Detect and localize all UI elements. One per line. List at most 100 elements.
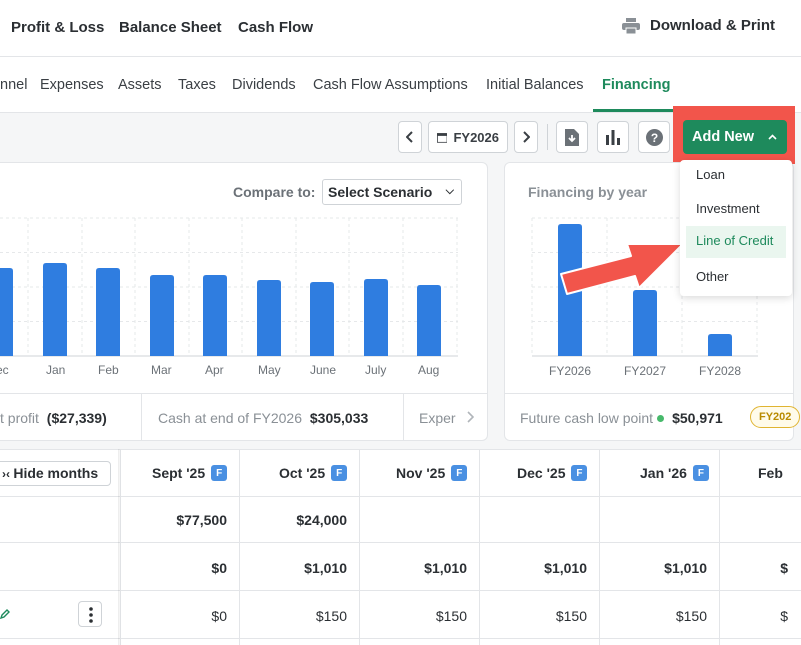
add-new-label: Add New [692, 129, 755, 145]
column-header-label: Dec '25 [517, 465, 566, 481]
chart-bar[interactable] [364, 279, 388, 356]
chart-bar[interactable] [43, 263, 67, 356]
prev-year-button[interactable] [398, 121, 422, 153]
active-tab-indicator [593, 109, 675, 112]
chevron-right-icon [523, 131, 530, 143]
nav-profit-loss[interactable]: Profit & Loss [11, 19, 104, 36]
table-cell: $24,000 [296, 512, 347, 528]
column-header: Jan '26 F [640, 465, 709, 481]
tab-financing[interactable]: Financing [602, 77, 670, 93]
menu-item-loan[interactable]: Loan [680, 160, 792, 192]
table-col-divider [239, 449, 240, 645]
table-cell: $1,010 [304, 560, 347, 576]
tab-taxes[interactable]: Taxes [178, 77, 216, 93]
month-label: Jan [46, 363, 66, 377]
tab-cash-flow-assumptions[interactable]: Cash Flow Assumptions [313, 77, 468, 93]
compare-label: Compare to: [233, 184, 316, 200]
table-cell: $0 [211, 608, 227, 624]
year-label: FY2027 [624, 364, 667, 378]
column-header: Dec '25 F [517, 465, 588, 481]
stat-divider [403, 393, 404, 441]
month-label: ec [0, 363, 9, 377]
bar-chart-icon [606, 130, 620, 145]
table-cell: $ [780, 560, 788, 576]
svg-text:?: ? [650, 131, 657, 145]
year-label: FY2026 [453, 129, 499, 145]
stat-net-profit: t profit ($27,339) [0, 410, 107, 426]
column-header-label: Jan '26 [640, 465, 687, 481]
kebab-icon [89, 607, 93, 623]
chart-bar[interactable] [0, 268, 13, 356]
help-button[interactable]: ? [638, 121, 670, 153]
chart-bar[interactable] [203, 275, 227, 356]
chart-view-button[interactable] [597, 121, 629, 153]
add-new-menu: Loan Investment Line of Credit Other [680, 160, 792, 296]
table-cell: $1,010 [544, 560, 587, 576]
stat-label: Future cash low point [520, 410, 654, 426]
stat-label: Cash at end of FY2026 [158, 410, 302, 426]
help-icon: ? [645, 128, 663, 146]
month-label: July [365, 363, 387, 377]
menu-item-line-of-credit[interactable]: Line of Credit [686, 226, 786, 258]
tab-expenses[interactable]: Expenses [40, 77, 104, 93]
calendar-icon [437, 132, 448, 143]
hide-months-label: Hide months [13, 465, 99, 481]
chart-bar[interactable] [708, 334, 732, 356]
chevron-up-icon [768, 134, 777, 140]
fy-badge: FY202 [750, 406, 800, 428]
chart-bar[interactable] [417, 285, 441, 356]
table-cell: $150 [675, 608, 707, 624]
collapse-icon: ›‹ [2, 467, 14, 481]
nav-cash-flow[interactable]: Cash Flow [238, 19, 313, 36]
scenario-select[interactable]: Select Scenario ⌵ [322, 179, 462, 205]
stat-expenses: Exper [419, 410, 456, 426]
table-col-divider [719, 449, 720, 645]
stat-value: $305,033 [309, 410, 369, 426]
stats-next-icon[interactable] [466, 411, 474, 423]
table-col-divider [479, 449, 480, 645]
forecast-badge: F [571, 465, 588, 481]
tab-assets[interactable]: Assets [118, 77, 162, 93]
forecast-badge: F [451, 465, 468, 481]
nav-balance-sheet[interactable]: Balance Sheet [119, 19, 222, 36]
forecast-badge: F [692, 465, 709, 481]
table-col-divider [359, 449, 360, 645]
download-print-button[interactable]: Download & Print [622, 17, 775, 34]
printer-icon [622, 17, 640, 34]
menu-item-other[interactable]: Other [680, 262, 792, 294]
toolbar-divider [547, 124, 548, 150]
row-options-button[interactable] [78, 601, 102, 627]
top-navigation: Profit & Loss Balance Sheet Cash Flow Do… [0, 0, 801, 57]
table-cell: $150 [315, 608, 347, 624]
tab-funnel[interactable]: nnel [0, 77, 27, 93]
year-selector[interactable]: FY2026 [428, 121, 508, 153]
month-label: Aug [418, 363, 440, 377]
chart-bar[interactable] [150, 275, 174, 356]
month-label: Mar [151, 363, 172, 377]
monthly-chart [0, 217, 458, 357]
tab-dividends[interactable]: Dividends [232, 77, 296, 93]
hide-months-button[interactable]: ›‹ Hide months [0, 461, 111, 486]
chart-bar[interactable] [257, 280, 281, 356]
stat-value: $50,971 [672, 410, 723, 426]
month-label: June [310, 363, 337, 377]
tab-initial-balances[interactable]: Initial Balances [486, 77, 584, 93]
export-button[interactable] [556, 121, 588, 153]
chart-bar[interactable] [96, 268, 120, 356]
month-label: Feb [98, 363, 119, 377]
forecast-badge: F [211, 465, 228, 481]
table-cell: $1,010 [424, 560, 467, 576]
add-new-button[interactable]: Add New [683, 120, 787, 154]
menu-item-investment[interactable]: Investment [680, 194, 792, 226]
column-header-label: Sept '25 [152, 465, 206, 481]
chart-bar[interactable] [310, 282, 334, 356]
edit-icon[interactable] [0, 609, 10, 619]
arrow-annotation [560, 243, 684, 295]
column-header-label: Oct '25 [279, 465, 326, 481]
scenario-select-value: Select Scenario [328, 184, 433, 200]
month-label: Apr [205, 363, 224, 377]
table-cell: $0 [211, 560, 227, 576]
column-header: Sept '25 F [152, 465, 228, 481]
stat-cash-end: Cash at end of FY2026 $305,033 [158, 410, 368, 426]
next-year-button[interactable] [514, 121, 538, 153]
